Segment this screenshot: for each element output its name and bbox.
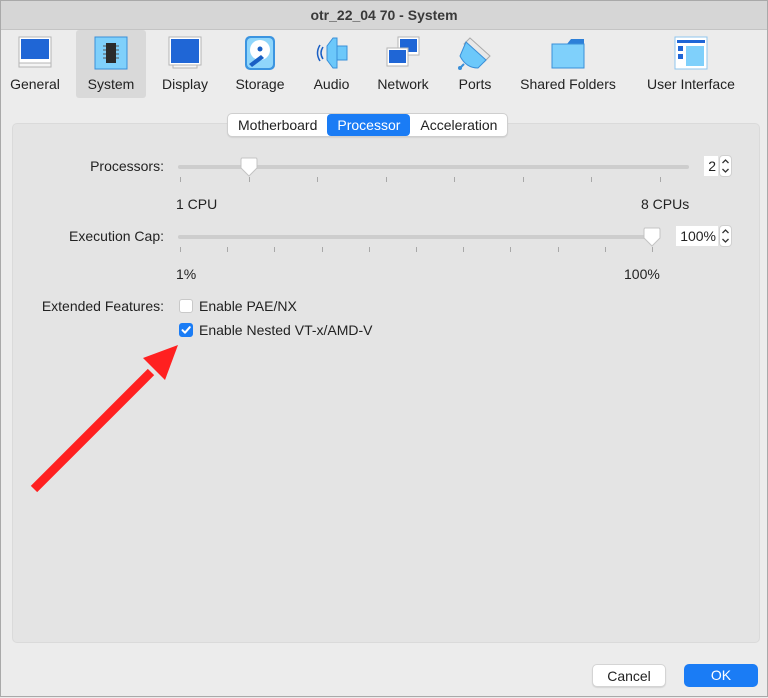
slider-tick: [227, 247, 229, 252]
audio-speaker-icon: [316, 37, 347, 69]
slider-tick: [591, 177, 593, 182]
execution-cap-label: Execution Cap:: [69, 228, 164, 244]
slider-tick: [522, 177, 524, 182]
execution-cap-stepper[interactable]: [719, 225, 732, 247]
toolbar-label: Ports: [458, 76, 492, 92]
storage-disk-icon: [245, 36, 275, 70]
slider-tick: [248, 177, 250, 182]
window-title: otr_22_04 70 - System: [1, 1, 767, 30]
processors-max-label: 8 CPUs: [641, 196, 690, 212]
toolbar-label: User Interface: [647, 76, 735, 92]
toolbar-label: Display: [162, 76, 208, 92]
tab-motherboard[interactable]: Motherboard: [228, 114, 327, 136]
processors-min-label: 1 CPU: [176, 196, 218, 212]
display-monitor-icon: [168, 36, 202, 69]
user-interface-window-icon: [674, 36, 708, 70]
settings-toolbar: General System Display Storage Audio Net…: [1, 30, 767, 100]
tab-acceleration[interactable]: Acceleration: [410, 114, 507, 136]
network-monitors-icon: [386, 36, 420, 67]
slider-tick: [274, 247, 276, 252]
slider-tick: [317, 177, 319, 182]
ok-button[interactable]: OK: [684, 664, 758, 687]
cancel-button[interactable]: Cancel: [592, 664, 666, 687]
toolbar-label: Shared Folders: [520, 76, 616, 92]
toolbar-item-storage[interactable]: Storage: [227, 30, 293, 98]
processors-value-field[interactable]: 2: [704, 156, 718, 176]
toolbar-label: General: [10, 76, 60, 92]
enable-nested-vtx-label[interactable]: Enable Nested VT-x/AMD-V: [199, 322, 373, 338]
general-monitor-icon: [18, 36, 52, 68]
execution-cap-slider-thumb[interactable]: [643, 227, 661, 247]
toolbar-label: System: [87, 76, 135, 92]
slider-tick: [454, 177, 456, 182]
toolbar-label: Network: [377, 76, 429, 92]
toolbar-item-user-interface[interactable]: User Interface: [637, 30, 745, 98]
enable-pae-nx-checkbox[interactable]: [179, 299, 193, 313]
enable-nested-vtx-checkbox[interactable]: [179, 323, 193, 337]
slider-tick: [180, 177, 181, 182]
slider-tick: [180, 247, 181, 252]
slider-tick: [368, 247, 370, 252]
settings-window: otr_22_04 70 - System General System Dis…: [0, 0, 768, 697]
toolbar-item-shared-folders[interactable]: Shared Folders: [514, 30, 622, 98]
slider-tick: [510, 247, 512, 252]
stepper-arrows-icon: [722, 229, 729, 243]
slider-tick: [385, 177, 387, 182]
processors-slider-thumb[interactable]: [240, 157, 258, 177]
slider-tick: [321, 247, 323, 252]
slider-tick: [416, 247, 417, 252]
toolbar-label: Audio: [313, 76, 350, 92]
processors-label: Processors:: [90, 158, 164, 174]
toolbar-item-ports[interactable]: Ports: [449, 30, 501, 98]
checkmark-icon: [181, 326, 191, 334]
execution-cap-min-label: 1%: [176, 266, 197, 282]
slider-tick: [660, 177, 661, 182]
stepper-arrows-icon: [722, 159, 729, 173]
extended-features-label: Extended Features:: [41, 298, 164, 314]
ports-connector-icon: [458, 37, 491, 70]
processors-stepper[interactable]: [719, 155, 732, 177]
toolbar-item-system[interactable]: System: [76, 30, 146, 98]
slider-tick: [557, 247, 559, 252]
tab-bar: Motherboard Processor Acceleration: [227, 113, 509, 137]
execution-cap-value-field[interactable]: 100%: [676, 226, 718, 246]
enable-pae-nx-label[interactable]: Enable PAE/NX: [199, 298, 297, 314]
execution-cap-slider-track[interactable]: [178, 235, 660, 239]
folder-icon: [551, 39, 585, 69]
system-chip-icon: [94, 36, 128, 70]
toolbar-label: Storage: [235, 76, 285, 92]
tab-processor[interactable]: Processor: [327, 114, 411, 136]
toolbar-item-general[interactable]: General: [3, 30, 67, 98]
slider-tick: [604, 247, 606, 252]
toolbar-item-audio[interactable]: Audio: [304, 30, 359, 98]
slider-tick: [463, 247, 465, 252]
toolbar-item-display[interactable]: Display: [154, 30, 216, 98]
slider-tick: [652, 247, 653, 252]
execution-cap-max-label: 100%: [624, 266, 660, 282]
toolbar-item-network[interactable]: Network: [369, 30, 437, 98]
